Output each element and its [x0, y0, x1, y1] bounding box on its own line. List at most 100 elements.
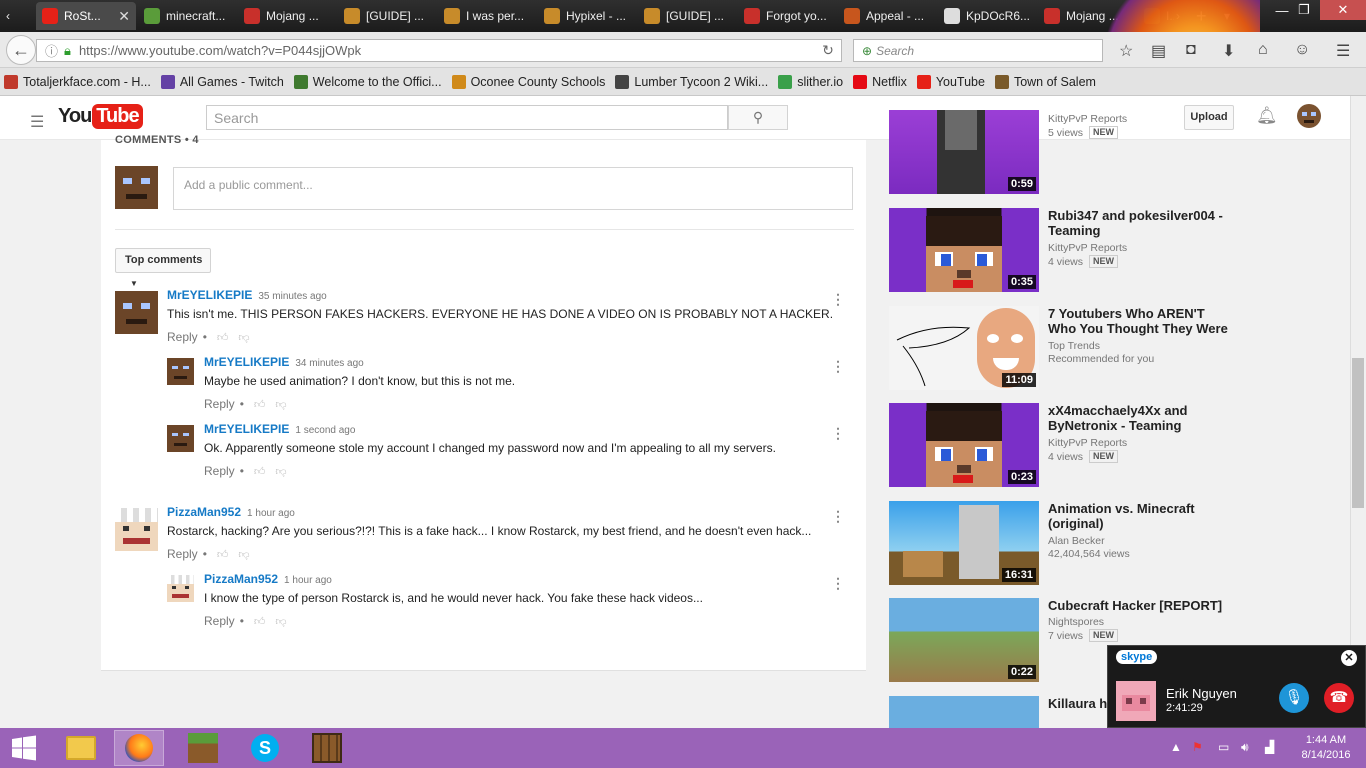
notification-bell-icon[interactable]: 🔔︎: [1256, 106, 1278, 126]
scrollbar-thumb[interactable]: [1352, 358, 1364, 508]
video-channel[interactable]: Nightspores: [1048, 616, 1104, 628]
bookmark-item[interactable]: Totaljerkface.com - H...: [4, 74, 151, 89]
video-thumbnail[interactable]: 0:35: [889, 208, 1039, 292]
bookmark-star-icon[interactable]: ☆: [1119, 41, 1133, 61]
pocket-icon[interactable]: ◘: [1186, 41, 1196, 59]
close-icon[interactable]: ✕: [1341, 650, 1357, 666]
video-thumbnail[interactable]: 0:22: [889, 598, 1039, 682]
browser-tab[interactable]: [GUIDE] ...: [638, 2, 736, 30]
start-button[interactable]: [0, 730, 48, 766]
commenter-avatar[interactable]: [167, 575, 194, 602]
video-channel[interactable]: Alan Becker: [1048, 535, 1105, 547]
comment-author[interactable]: PizzaMan952: [167, 505, 241, 519]
browser-tab[interactable]: Mojang ...: [238, 2, 336, 30]
related-video-item[interactable]: 0:35 Rubi347 and pokesilver004 - Teaming K…: [889, 208, 1249, 294]
video-title[interactable]: Rubi347 and pokesilver004 - Teaming: [1048, 208, 1233, 238]
comment-author[interactable]: MrEYELIKEPIE: [167, 288, 252, 302]
video-channel[interactable]: KittyPvP Reports: [1048, 242, 1127, 254]
volume-icon[interactable]: 🔊︎: [1241, 740, 1249, 755]
video-thumbnail[interactable]: 16:31: [889, 501, 1039, 585]
dislike-icon[interactable]: 👎︎: [238, 548, 249, 561]
account-avatar[interactable]: [1297, 104, 1321, 128]
comment-author[interactable]: MrEYELIKEPIE: [204, 355, 289, 369]
skype-taskbar[interactable]: S: [240, 730, 290, 766]
comment-menu-icon[interactable]: ⋮: [831, 425, 845, 442]
reply-button[interactable]: Reply: [167, 330, 198, 344]
comment-author[interactable]: MrEYELIKEPIE: [204, 422, 289, 436]
microphone-icon[interactable]: 🎙︎: [1279, 683, 1309, 713]
browser-tab[interactable]: [GUIDE] ...: [338, 2, 436, 30]
related-video-item[interactable]: 11:09 7 Youtubers Who AREN'T Who You Thou…: [889, 306, 1249, 392]
crafting-table-taskbar[interactable]: [302, 730, 352, 766]
commenter-avatar[interactable]: [115, 508, 158, 551]
reply-button[interactable]: Reply: [167, 547, 198, 561]
bookmark-item[interactable]: Welcome to the Offici...: [293, 74, 442, 89]
sort-comments-button[interactable]: Top comments ▼: [115, 248, 211, 288]
video-channel[interactable]: Top Trends: [1048, 340, 1100, 352]
video-title[interactable]: xX4macchaely4Xx and ByNetronix - Teaming: [1048, 403, 1233, 433]
comment-time[interactable]: 1 hour ago: [284, 575, 332, 586]
video-thumbnail[interactable]: 0:59: [889, 110, 1039, 194]
network-icon[interactable]: ▟: [1265, 740, 1274, 754]
comment-menu-icon[interactable]: ⋮: [831, 358, 845, 375]
comment-time[interactable]: 1 hour ago: [247, 508, 295, 519]
browser-tab[interactable]: minecraft...: [138, 2, 236, 30]
browser-tab[interactable]: I was per...: [438, 2, 536, 30]
guide-menu-icon[interactable]: ☰: [30, 112, 44, 132]
dislike-icon[interactable]: 👎︎: [238, 331, 249, 344]
bookmark-item[interactable]: slither.io: [778, 74, 843, 89]
bookmark-item[interactable]: Netflix: [853, 74, 907, 89]
video-channel[interactable]: KittyPvP Reports: [1048, 437, 1127, 449]
video-title[interactable]: 7 Youtubers Who AREN'T Who You Thought T…: [1048, 306, 1233, 336]
home-icon[interactable]: ⌂: [1258, 41, 1268, 59]
like-icon[interactable]: 👍︎: [217, 548, 229, 561]
reload-icon[interactable]: ↻: [815, 42, 841, 59]
browser-tab[interactable]: Appeal - ...: [838, 2, 936, 30]
browser-tab[interactable]: KpDOcR6...: [938, 2, 1036, 30]
bookmark-item[interactable]: All Games - Twitch: [160, 74, 284, 89]
comment-menu-icon[interactable]: ⋮: [831, 291, 845, 308]
show-hidden-icons[interactable]: ▲: [1170, 740, 1182, 754]
download-icon[interactable]: ⬇: [1222, 41, 1235, 61]
info-icon[interactable]: ⓘ: [45, 41, 58, 60]
commenter-avatar[interactable]: [167, 425, 194, 452]
search-engine-icon[interactable]: ⊕: [862, 44, 872, 58]
reply-button[interactable]: Reply: [204, 614, 235, 628]
minecraft-taskbar[interactable]: [178, 730, 228, 766]
comment-time[interactable]: 1 second ago: [295, 425, 355, 436]
browser-tab[interactable]: RoSt... ✕: [36, 2, 136, 30]
hello-icon[interactable]: ☺: [1294, 41, 1310, 59]
video-channel[interactable]: KittyPvP Reports: [1048, 113, 1127, 125]
video-title[interactable]: Animation vs. Minecraft (original): [1048, 501, 1233, 531]
browser-tab[interactable]: Forgot yo...: [738, 2, 836, 30]
related-video-item[interactable]: 0:23 xX4macchaely4Xx and ByNetronix - Tea…: [889, 403, 1249, 489]
close-window-button[interactable]: ✕: [1320, 0, 1366, 20]
dislike-icon[interactable]: 👎︎: [275, 615, 286, 628]
reply-button[interactable]: Reply: [204, 464, 235, 478]
firefox-taskbar[interactable]: [114, 730, 164, 766]
like-icon[interactable]: 👍︎: [254, 465, 266, 478]
url-bar[interactable]: ⓘ 🔒︎ https://www.youtube.com/watch?v=P04…: [36, 39, 842, 62]
comment-time[interactable]: 35 minutes ago: [258, 291, 326, 302]
end-call-icon[interactable]: ☎: [1324, 683, 1354, 713]
dislike-icon[interactable]: 👎︎: [275, 398, 286, 411]
like-icon[interactable]: 👍︎: [254, 615, 266, 628]
bookmark-item[interactable]: Oconee County Schools: [451, 74, 605, 89]
comment-menu-icon[interactable]: ⋮: [831, 508, 845, 525]
maximize-button[interactable]: ❐: [1284, 0, 1324, 20]
reply-button[interactable]: Reply: [204, 397, 235, 411]
comment-menu-icon[interactable]: ⋮: [831, 575, 845, 592]
like-icon[interactable]: 👍︎: [217, 331, 229, 344]
reading-list-icon[interactable]: ▤: [1151, 41, 1166, 61]
browser-search-field[interactable]: ⊕ Search: [853, 39, 1103, 62]
bookmark-item[interactable]: Town of Salem: [994, 74, 1096, 89]
commenter-avatar[interactable]: [115, 291, 158, 334]
commenter-avatar[interactable]: [167, 358, 194, 385]
system-clock[interactable]: 1:44 AM 8/14/2016: [1291, 733, 1361, 763]
youtube-logo[interactable]: You Tube: [58, 104, 143, 129]
url-text[interactable]: https://www.youtube.com/watch?v=P044sjjO…: [79, 43, 361, 58]
like-icon[interactable]: 👍︎: [254, 398, 266, 411]
action-center-icon[interactable]: ⚑: [1192, 740, 1203, 754]
comment-input[interactable]: Add a public comment...: [173, 167, 853, 210]
bookmark-item[interactable]: Lumber Tycoon 2 Wiki...: [615, 74, 768, 89]
